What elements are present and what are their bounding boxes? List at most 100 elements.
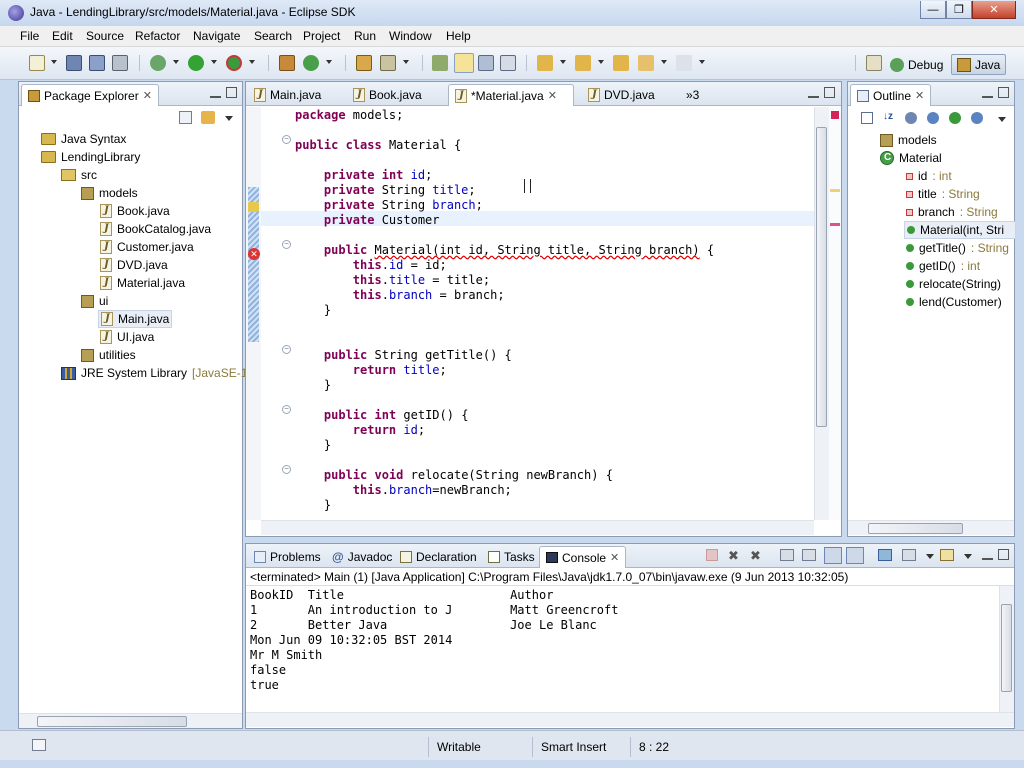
editor-hscroll[interactable] bbox=[261, 520, 814, 535]
fold-collapse-icon[interactable]: − bbox=[282, 345, 291, 354]
tab-problems[interactable]: Problems bbox=[248, 546, 327, 567]
code-area[interactable]: − − − − − package models; public class Ma… bbox=[261, 107, 814, 520]
minimize-icon[interactable] bbox=[982, 87, 993, 98]
fold-collapse-icon[interactable]: − bbox=[282, 465, 291, 474]
hide-non-public-icon[interactable] bbox=[949, 112, 961, 124]
tree-item-main-java[interactable]: Main.java bbox=[98, 310, 173, 328]
search-icon[interactable] bbox=[380, 55, 396, 71]
close-icon[interactable]: ✕ bbox=[143, 89, 152, 102]
terminate-icon[interactable] bbox=[706, 549, 718, 561]
maximize-icon[interactable] bbox=[998, 549, 1009, 560]
outline-item-material-class[interactable]: Material bbox=[880, 149, 942, 167]
next-annotation-arrow-icon[interactable] bbox=[537, 55, 553, 71]
chevron-down-icon[interactable] bbox=[699, 60, 705, 64]
save-icon[interactable] bbox=[66, 55, 82, 71]
java-perspective-button[interactable]: Java bbox=[951, 54, 1007, 75]
remove-launch-icon[interactable]: ✖ bbox=[728, 548, 739, 564]
console-vscroll[interactable] bbox=[999, 586, 1014, 712]
menu-help[interactable]: Help bbox=[446, 29, 471, 43]
hide-fields-icon[interactable] bbox=[905, 112, 917, 124]
tree-item-bookcatalog-java[interactable]: BookCatalog.java bbox=[100, 220, 211, 238]
chevron-down-icon[interactable] bbox=[403, 60, 409, 64]
error-icon[interactable]: ✕ bbox=[248, 248, 260, 260]
tree-item-material-java[interactable]: Material.java bbox=[100, 274, 185, 292]
remove-all-terminated-icon[interactable]: ✖ bbox=[750, 548, 761, 564]
new-file-icon[interactable] bbox=[29, 55, 45, 71]
fold-collapse-icon[interactable]: − bbox=[282, 405, 291, 414]
menu-source[interactable]: Source bbox=[86, 29, 124, 43]
fast-view-icon[interactable] bbox=[32, 739, 46, 751]
run-external-tool-icon[interactable] bbox=[226, 55, 242, 71]
menu-run[interactable]: Run bbox=[354, 29, 376, 43]
scroll-thumb[interactable] bbox=[868, 523, 963, 534]
scroll-thumb[interactable] bbox=[816, 127, 827, 427]
tree-item-lendinglibrary[interactable]: LendingLibrary bbox=[41, 148, 140, 166]
maximize-icon[interactable] bbox=[998, 87, 1009, 98]
forward-arrow-icon[interactable] bbox=[676, 55, 692, 71]
outline-item-branch[interactable]: branch: String bbox=[906, 203, 998, 221]
chevron-down-icon[interactable] bbox=[173, 60, 179, 64]
console-hscroll[interactable] bbox=[246, 712, 1014, 727]
collapse-all-icon[interactable] bbox=[861, 112, 873, 124]
close-icon[interactable]: ✕ bbox=[915, 89, 924, 102]
tab-tasks[interactable]: Tasks bbox=[482, 546, 541, 567]
link-with-editor-icon[interactable] bbox=[201, 111, 215, 124]
menu-search[interactable]: Search bbox=[254, 29, 292, 43]
show-console-stdout-icon[interactable] bbox=[824, 547, 842, 564]
tree-item-jre-system-library[interactable]: JRE System Library [JavaSE-1.7 bbox=[61, 364, 257, 382]
tree-item-java-syntax[interactable]: Java Syntax bbox=[41, 130, 126, 148]
new-java-class-icon[interactable] bbox=[303, 55, 319, 71]
view-menu-chevron-down-icon[interactable] bbox=[225, 116, 233, 121]
package-explorer-hscroll[interactable] bbox=[19, 713, 242, 728]
tab-package-explorer[interactable]: Package Explorer ✕ bbox=[21, 84, 159, 106]
hide-static-icon[interactable] bbox=[927, 112, 939, 124]
outline-item-models[interactable]: models bbox=[880, 131, 937, 149]
minimize-icon[interactable] bbox=[210, 87, 221, 98]
sort-az-icon[interactable]: ↓z bbox=[883, 111, 897, 125]
chevron-down-icon[interactable] bbox=[326, 60, 332, 64]
tree-item-ui[interactable]: ui bbox=[81, 292, 108, 310]
tab-dvd-java[interactable]: DVD.java bbox=[582, 84, 678, 105]
open-type-icon[interactable] bbox=[356, 55, 372, 71]
minimize-window-button[interactable]: — bbox=[920, 1, 946, 19]
tree-item-book-java[interactable]: Book.java bbox=[100, 202, 170, 220]
minimize-icon[interactable] bbox=[982, 549, 993, 560]
outline-hscroll[interactable] bbox=[848, 520, 1014, 535]
tree-item-src[interactable]: src bbox=[61, 166, 97, 184]
chevron-down-icon[interactable] bbox=[926, 554, 934, 559]
console-output[interactable]: BookID Title Author 1 An introduction to … bbox=[246, 586, 999, 712]
clear-console-icon[interactable] bbox=[780, 549, 794, 561]
collapse-all-icon[interactable] bbox=[179, 111, 192, 124]
outline-item-material-constructor[interactable]: Material(int, Stri bbox=[904, 221, 1016, 239]
outline-item-id[interactable]: id: int bbox=[906, 167, 952, 185]
error-marker[interactable] bbox=[830, 223, 840, 226]
chevron-down-icon[interactable] bbox=[964, 554, 972, 559]
tab-main-java[interactable]: Main.java bbox=[248, 84, 340, 105]
outline-item-gettitle[interactable]: getTitle(): String bbox=[906, 239, 1009, 257]
open-console-icon[interactable] bbox=[940, 549, 954, 561]
outline-item-title[interactable]: title: String bbox=[906, 185, 980, 203]
tab-declaration[interactable]: Declaration bbox=[394, 546, 483, 567]
show-whitespace-icon[interactable] bbox=[500, 55, 516, 71]
close-window-button[interactable]: ✕ bbox=[972, 1, 1016, 19]
open-perspective-icon[interactable] bbox=[866, 55, 882, 71]
menu-project[interactable]: Project bbox=[303, 29, 340, 43]
next-annotation-icon[interactable] bbox=[432, 55, 448, 71]
scroll-thumb[interactable] bbox=[37, 716, 187, 727]
outline-item-getid[interactable]: getID(): int bbox=[906, 257, 980, 275]
display-selected-console-icon[interactable] bbox=[902, 549, 916, 561]
maximize-icon[interactable] bbox=[226, 87, 237, 98]
save-all-icon[interactable] bbox=[89, 55, 105, 71]
tree-item-utilities[interactable]: utilities bbox=[81, 346, 136, 364]
menu-refactor[interactable]: Refactor bbox=[135, 29, 180, 43]
debug-perspective-button[interactable]: Debug bbox=[885, 54, 948, 75]
block-selection-icon[interactable] bbox=[478, 55, 494, 71]
previous-annotation-arrow-icon[interactable] bbox=[575, 55, 591, 71]
chevron-down-icon[interactable] bbox=[51, 60, 57, 64]
hide-local-types-icon[interactable] bbox=[971, 112, 983, 124]
close-icon[interactable]: ✕ bbox=[548, 89, 557, 102]
mark-occurrences-icon[interactable] bbox=[454, 53, 474, 73]
scroll-lock-icon[interactable] bbox=[802, 549, 816, 561]
menu-navigate[interactable]: Navigate bbox=[193, 29, 240, 43]
tab-material-java[interactable]: *Material.java ✕ bbox=[448, 84, 574, 106]
